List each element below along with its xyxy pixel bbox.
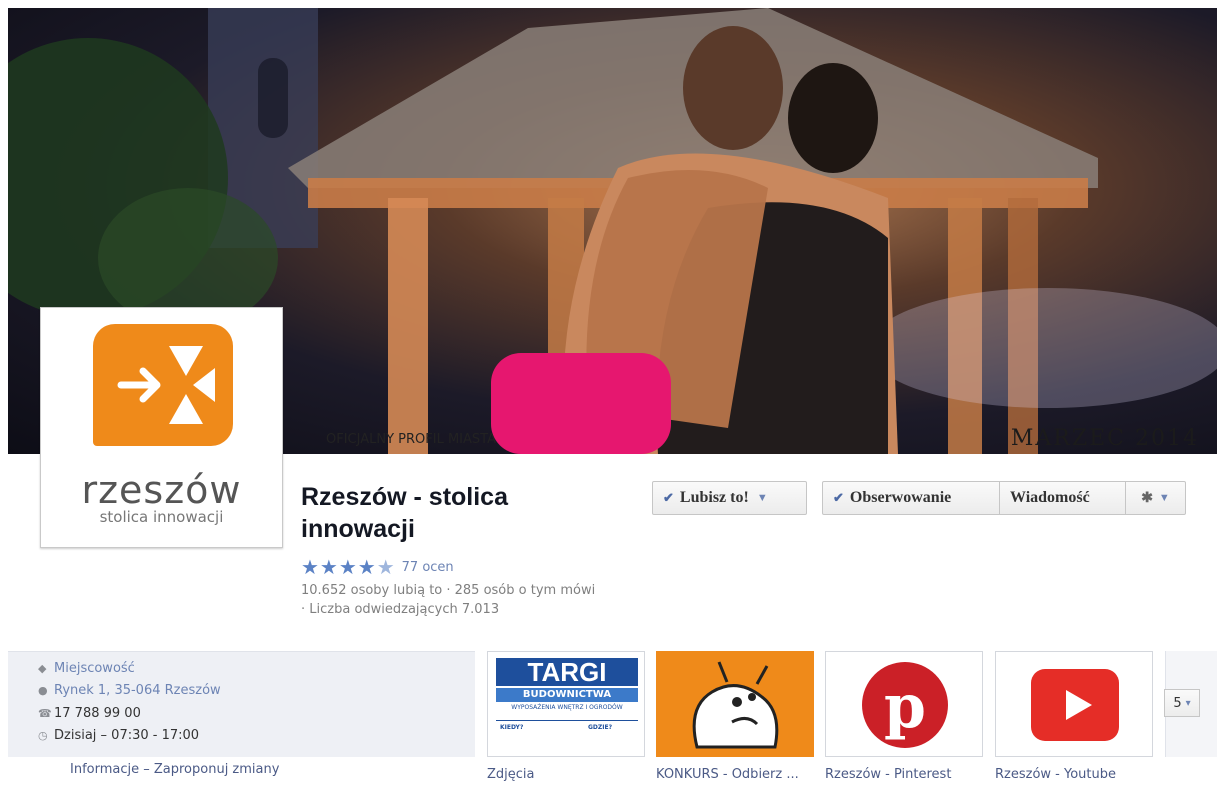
page-stats: 10.652 osoby lubią to · 285 osób o tym m… <box>301 583 596 617</box>
fair-title: TARGI <box>496 658 638 686</box>
app-tile-contest[interactable] <box>656 651 814 757</box>
follow-button-label: Obserwowanie <box>849 489 952 506</box>
gear-icon: ✱ <box>1141 490 1153 506</box>
city-logo-icon <box>93 324 233 446</box>
phone-icon: ☎ <box>38 707 52 720</box>
map-pin-icon: ● <box>38 684 48 697</box>
app-tile-pinterest[interactable]: p <box>825 651 983 757</box>
app-tile-photos[interactable]: TARGI BUDOWNICTWA WYPOSAŻENIA WNĘTRZ I O… <box>487 651 645 757</box>
app-tile-youtube[interactable] <box>995 651 1153 757</box>
svg-text:p: p <box>884 672 926 742</box>
youtube-icon <box>1031 669 1119 741</box>
logo-wordmark: rzeszów <box>81 468 242 512</box>
fair-subtitle: BUDOWNICTWA <box>496 688 638 702</box>
fair-line: WYPOSAŻENIA WNĘTRZ I OGRODÓW <box>511 704 623 711</box>
tag-icon: ◆ <box>38 662 47 675</box>
info-address[interactable]: Rynek 1, 35-064 Rzeszów <box>54 683 221 698</box>
logo-tagline: stolica innowacji <box>99 508 224 526</box>
app-label-contest[interactable]: KONKURS - Odbierz ... <box>656 767 799 782</box>
rating[interactable]: ★★★★★ 77 ocen <box>301 555 454 579</box>
info-hours: Dzisiaj – 07:30 - 17:00 <box>54 728 200 743</box>
info-category-row: ◆ Miejscowość <box>38 661 135 676</box>
fair-col-where: GDZIE? <box>588 724 613 731</box>
pinterest-icon: p <box>862 662 948 748</box>
cover-caption: OFICJALNY PROFIL MIASTA <box>326 432 496 447</box>
rating-stars-icon: ★★★★★ <box>301 555 396 579</box>
fair-col-when: KIEDY? <box>500 724 524 731</box>
divider <box>496 720 638 721</box>
clock-icon: ◷ <box>38 729 48 742</box>
follow-button[interactable]: ✔ Obserwowanie <box>823 482 1000 514</box>
like-button-label: Lubisz to! <box>679 489 749 506</box>
more-apps-count: 5 <box>1173 695 1182 711</box>
info-phone: 17 788 99 00 <box>54 706 141 721</box>
cartoon-robot-icon <box>692 661 779 749</box>
settings-button[interactable]: ✱ ▼ <box>1126 482 1185 514</box>
app-label-youtube[interactable]: Rzeszów - Youtube <box>995 767 1116 782</box>
cover-date-text: MARZEC 2014 <box>1010 426 1199 451</box>
info-hours-row: ◷ Dzisiaj – 07:30 - 17:00 <box>38 728 199 743</box>
profile-picture[interactable]: rzeszów stolica innowacji <box>40 307 283 548</box>
chevron-down-icon: ▾ <box>1185 697 1191 709</box>
rating-count[interactable]: 77 ocen <box>402 560 454 575</box>
check-icon: ✔ <box>663 490 674 505</box>
more-apps-button[interactable]: 5 ▾ <box>1164 689 1200 717</box>
info-phone-row: ☎ 17 788 99 00 <box>38 706 141 721</box>
message-button-label: Wiadomość <box>1010 489 1090 506</box>
page-title[interactable]: Rzeszów - stolica innowacji <box>301 481 601 545</box>
app-label-photos[interactable]: Zdjęcia <box>487 767 535 782</box>
info-category[interactable]: Miejscowość <box>54 661 135 676</box>
app-label-pinterest[interactable]: Rzeszów - Pinterest <box>825 767 951 782</box>
like-button[interactable]: ✔ Lubisz to! ▼ <box>652 481 807 515</box>
message-button[interactable]: Wiadomość <box>1000 482 1126 514</box>
action-button-group: ✔ Obserwowanie Wiadomość ✱ ▼ <box>822 481 1186 515</box>
info-links[interactable]: Informacje – Zaproponuj zmiany <box>70 762 279 777</box>
chevron-down-icon: ▼ <box>1158 492 1170 504</box>
chevron-down-icon: ▼ <box>756 492 768 504</box>
check-icon: ✔ <box>833 490 844 505</box>
info-address-row: ● Rynek 1, 35-064 Rzeszów <box>38 683 221 698</box>
